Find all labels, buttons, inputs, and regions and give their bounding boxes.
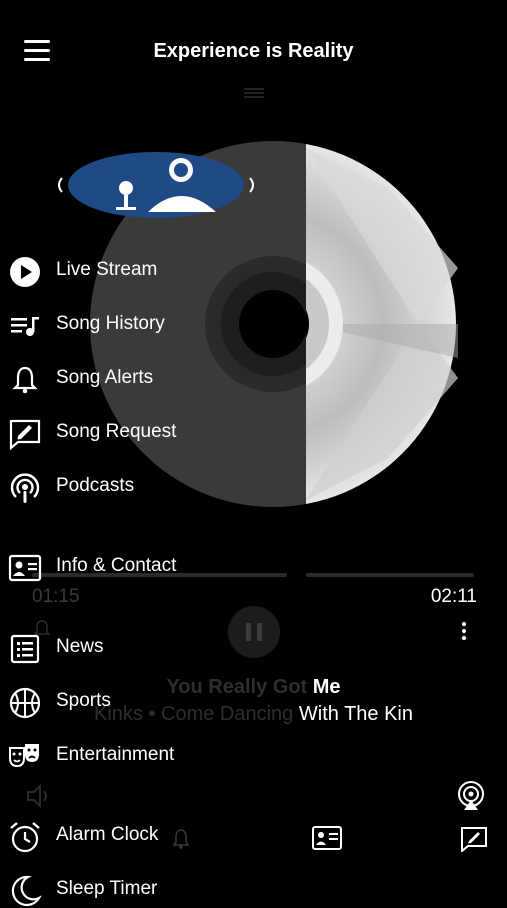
contact-card-icon[interactable] xyxy=(312,826,342,850)
play-circle-icon xyxy=(10,257,40,287)
navigation-drawer: Live Stream Song History Song Alerts Son… xyxy=(0,0,300,907)
menu-item-label: Sleep Timer xyxy=(56,878,158,899)
menu-item-info-contact[interactable]: Info & Contact xyxy=(8,549,288,585)
menu-item-label: Song Request xyxy=(56,421,177,442)
sparkscast-logo xyxy=(58,152,254,218)
menu-item-live-stream[interactable]: Live Stream xyxy=(8,253,288,289)
airplay-icon[interactable] xyxy=(454,780,488,812)
menu-item-label: Song Alerts xyxy=(56,367,154,388)
basketball-icon xyxy=(9,687,41,719)
menu-item-sports[interactable]: Sports xyxy=(8,684,288,720)
contact-card-icon xyxy=(8,554,42,582)
moon-icon xyxy=(11,875,42,907)
theater-masks-icon xyxy=(9,744,39,768)
menu-item-label: News xyxy=(56,636,104,657)
more-options-icon[interactable] xyxy=(458,622,470,642)
menu-item-entertainment[interactable]: Entertainment xyxy=(8,738,288,774)
playlist-icon xyxy=(11,317,39,336)
bell-icon xyxy=(12,366,38,394)
menu-item-song-history[interactable]: Song History xyxy=(8,307,288,343)
menu-item-label: Live Stream xyxy=(56,259,158,280)
menu-item-label: Info & Contact xyxy=(56,555,177,576)
menu-item-song-request[interactable]: Song Request xyxy=(8,415,288,451)
menu-item-label: Sports xyxy=(56,690,111,711)
request-edit-icon[interactable] xyxy=(460,826,488,852)
menu-item-sleep-timer[interactable]: Sleep Timer xyxy=(8,872,288,908)
menu-item-podcasts[interactable]: Podcasts xyxy=(8,469,288,505)
menu-item-label: Alarm Clock xyxy=(56,824,159,845)
song-title-visible: Me xyxy=(312,676,341,698)
podcast-icon xyxy=(10,473,40,503)
request-edit-icon xyxy=(9,419,41,451)
menu-item-label: Podcasts xyxy=(56,475,135,496)
menu-item-alarm-clock[interactable]: Alarm Clock xyxy=(8,818,288,854)
menu-item-news[interactable]: News xyxy=(8,630,288,666)
menu-item-song-alerts[interactable]: Song Alerts xyxy=(8,361,288,397)
total-time: 02:11 xyxy=(430,586,477,607)
progress-bar-remaining[interactable] xyxy=(306,573,474,577)
alarm-clock-icon xyxy=(10,822,40,853)
artist-visible: With The Kin xyxy=(298,703,413,725)
menu-item-label: Song History xyxy=(56,313,165,334)
news-list-icon xyxy=(10,634,40,664)
menu-item-label: Entertainment xyxy=(56,744,175,765)
